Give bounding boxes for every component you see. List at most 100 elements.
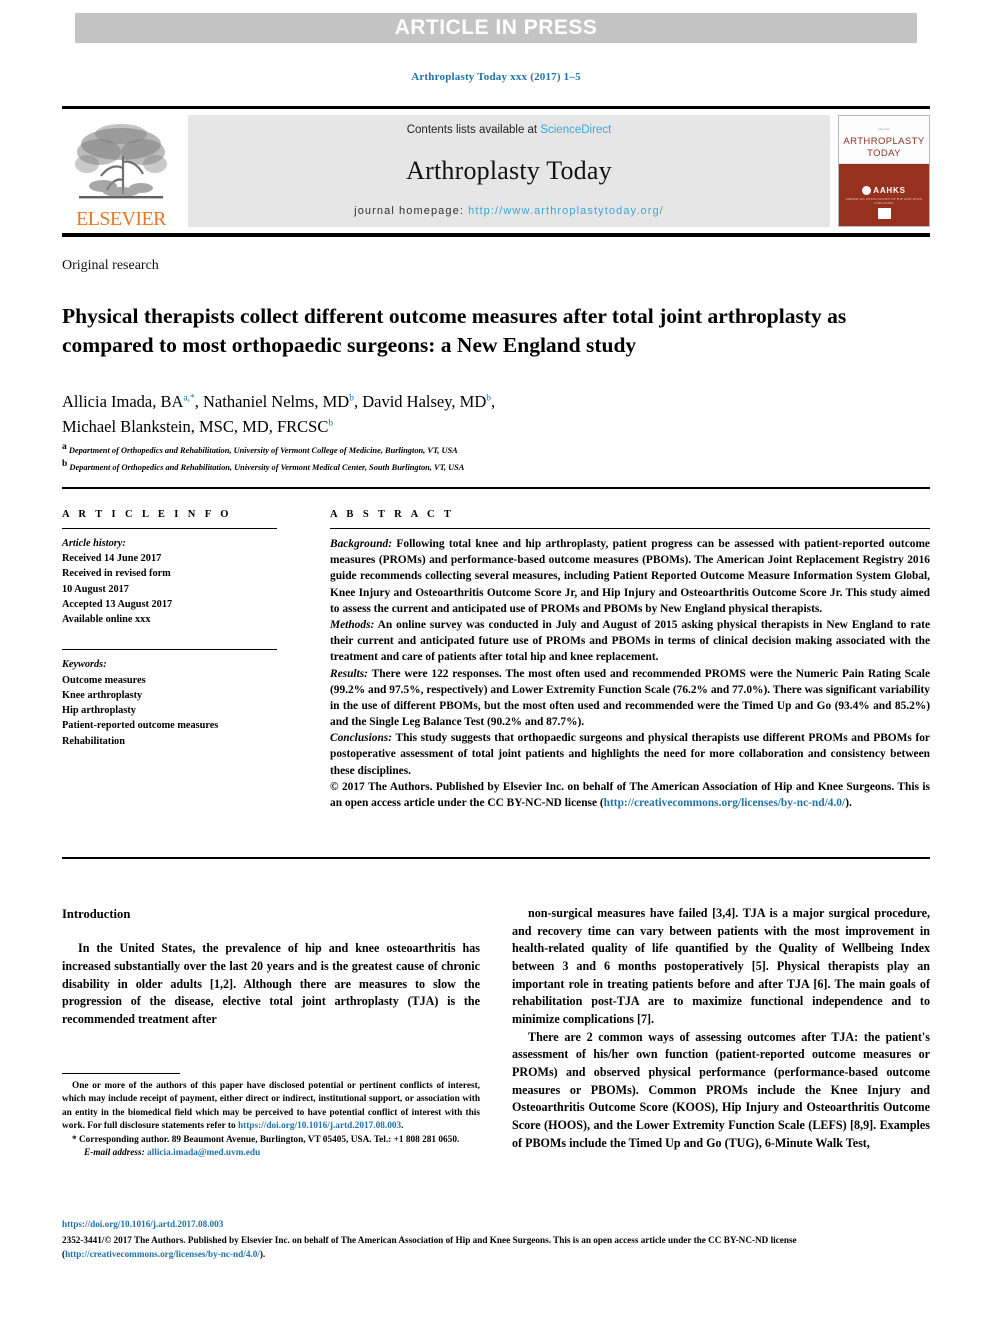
- abstract-copyright: © 2017 The Authors. Published by Elsevie…: [330, 779, 930, 811]
- author-blankstein-affil-marker: b: [328, 418, 334, 429]
- affiliation-b: b Department of Orthopedics and Rehabili…: [62, 457, 892, 474]
- keyword-item: Knee arthroplasty: [62, 689, 143, 701]
- abstract-conclusions: Conclusions: This study suggests that or…: [330, 730, 930, 779]
- affiliation-b-marker: b: [62, 458, 68, 469]
- conflict-tail: .: [401, 1121, 404, 1132]
- article-doi-link[interactable]: https://doi.org/10.1016/j.artd.2017.08.0…: [62, 1218, 930, 1232]
- journal-homepage-line: journal homepage: http://www.arthroplast…: [354, 205, 664, 217]
- article-history-label: Article history:: [62, 538, 126, 549]
- history-item: 10 August 2017: [62, 583, 129, 595]
- introduction-heading: Introduction: [62, 907, 131, 921]
- footer-license-link[interactable]: http://creativecommons.org/licenses/by-n…: [65, 1249, 260, 1259]
- article-in-press-label: ARTICLE IN PRESS: [394, 16, 598, 39]
- publisher-footer: https://doi.org/10.1016/j.artd.2017.08.0…: [62, 1218, 930, 1261]
- journal-masthead: ELSEVIER Contents lists available at Sci…: [62, 106, 930, 237]
- affiliation-b-text: Department of Orthopedics and Rehabilita…: [69, 462, 465, 472]
- footnote-block: One or more of the authors of this paper…: [62, 1073, 480, 1160]
- page-title: Physical therapists collect different ou…: [62, 304, 847, 358]
- cover-elsevier-mark-icon: [877, 208, 891, 219]
- author-line-2: Michael Blankstein, MSC, MD, FRCSCb: [62, 415, 892, 440]
- cover-title-line1: ARTHROPLASTY: [843, 136, 925, 148]
- journal-title: Arthroplasty Today: [406, 155, 612, 185]
- cc-license-link[interactable]: http://creativecommons.org/licenses/by-n…: [604, 797, 846, 809]
- conflict-of-interest-note: One or more of the authors of this paper…: [62, 1080, 480, 1134]
- footnote-divider: [62, 1073, 180, 1074]
- conflict-doi-link[interactable]: https://doi.org/10.1016/j.artd.2017.08.0…: [238, 1121, 401, 1131]
- contents-available-line: Contents lists available at ScienceDirec…: [407, 124, 612, 136]
- divider-below-abstract: [62, 857, 930, 859]
- sciencedirect-link[interactable]: ScienceDirect: [540, 124, 611, 136]
- keyword-item: Patient-reported outcome measures: [62, 720, 219, 732]
- abstract-background: Background: Following total knee and hip…: [330, 536, 930, 617]
- cover-micro-text: xxx xxx: [878, 127, 890, 132]
- email-note: E-mail address: allicia.imada@med.uvm.ed…: [62, 1147, 480, 1160]
- aahks-subtitle: AMERICAN ASSOCIATION OF HIP AND KNEE SUR…: [845, 196, 923, 205]
- author-line-1: Allicia Imada, BAa,*, Nathaniel Nelms, M…: [62, 390, 892, 415]
- author-email-link[interactable]: allicia.imada@med.uvm.edu: [147, 1148, 260, 1158]
- abstract-methods-label: Methods:: [330, 618, 375, 631]
- article-type-label: Original research: [62, 258, 159, 273]
- keywords-block: Keywords: Outcome measures Knee arthropl…: [62, 657, 277, 748]
- running-head-citation: Arthroplasty Today xxx (2017) 1–5: [411, 71, 581, 83]
- body-column-left: Introduction In the United States, the p…: [62, 905, 480, 1029]
- article-history-block: Article history: Received 14 June 2017 R…: [62, 536, 277, 627]
- homepage-prefix: journal homepage:: [354, 205, 469, 217]
- keyword-item: Hip arthroplasty: [62, 705, 136, 717]
- article-info-rule: [62, 528, 277, 529]
- affiliations: a Department of Orthopedics and Rehabili…: [62, 440, 892, 474]
- body-column-right: non-surgical measures have failed [3,4].…: [512, 905, 930, 1152]
- abstract-results-label: Results:: [330, 667, 368, 680]
- keywords-rule: [62, 649, 277, 651]
- abstract-copyright-tail: ).: [845, 797, 852, 809]
- article-in-press-banner: ARTICLE IN PRESS: [75, 13, 917, 43]
- elsevier-logo: ELSEVIER: [62, 109, 180, 233]
- cover-title-line2: TODAY: [867, 148, 901, 160]
- email-label: E-mail address:: [84, 1147, 145, 1158]
- cover-title: ARTHROPLASTY TODAY: [843, 136, 924, 160]
- article-info-column: A R T I C L E I N F O Article history: R…: [62, 509, 277, 749]
- journal-homepage-link[interactable]: http://www.arthroplastytoday.org/: [468, 205, 664, 217]
- abstract-column: A B S T R A C T Background: Following to…: [330, 509, 930, 811]
- keywords-label: Keywords:: [62, 659, 107, 671]
- abstract-conclusions-label: Conclusions:: [330, 732, 393, 745]
- history-item: Received in revised form: [62, 568, 171, 580]
- journal-cover-thumbnail: xxx xxx ARTHROPLASTY TODAY AAHKS AMERICA…: [838, 115, 930, 227]
- author-sep-2: , David Halsey, MD: [353, 392, 487, 411]
- abstract-background-text: Following total knee and hip arthroplast…: [330, 538, 930, 615]
- article-info-heading: A R T I C L E I N F O: [62, 509, 232, 520]
- abstract-body: Background: Following total knee and hip…: [330, 536, 930, 811]
- abstract-background-label: Background:: [330, 538, 393, 550]
- author-list: Allicia Imada, BAa,*, Nathaniel Nelms, M…: [62, 390, 892, 440]
- abstract-results-text: There were 122 responses. The most often…: [330, 667, 930, 729]
- issn-copyright-tail: ).: [259, 1248, 266, 1259]
- intro-paragraph-left: In the United States, the prevalence of …: [62, 941, 480, 1026]
- elsevier-wordmark: ELSEVIER: [76, 208, 166, 230]
- corresponding-author-note: * Corresponding author. 89 Beaumont Aven…: [72, 1134, 460, 1145]
- abstract-rule: [330, 528, 930, 529]
- masthead-center-panel: Contents lists available at ScienceDirec…: [188, 115, 830, 227]
- author-line1-end: ,: [491, 392, 496, 411]
- aahks-logo: AAHKS: [862, 185, 906, 195]
- keyword-item: Rehabilitation: [62, 735, 125, 747]
- abstract-conclusions-text: This study suggests that orthopaedic sur…: [330, 732, 930, 777]
- keyword-item: Outcome measures: [62, 674, 146, 686]
- abstract-heading: A B S T R A C T: [330, 509, 455, 520]
- abstract-methods-text: An online survey was conducted in July a…: [330, 618, 930, 664]
- history-item: Available online xxx: [62, 614, 151, 626]
- aahks-label: AAHKS: [873, 185, 906, 195]
- contents-prefix: Contents lists available at: [406, 124, 541, 136]
- divider-above-abstract: [62, 487, 930, 489]
- affiliation-a-text: Department of Orthopedics and Rehabilita…: [68, 445, 458, 455]
- cover-top-section: xxx xxx ARTHROPLASTY TODAY: [839, 116, 929, 165]
- affiliation-a-marker: a: [62, 442, 67, 452]
- aahks-mark-icon: [862, 185, 872, 195]
- history-item: Received 14 June 2017: [62, 553, 162, 565]
- elsevier-tree-icon: [75, 124, 167, 199]
- intro-paragraph-right-1: non-surgical measures have failed [3,4].…: [512, 906, 930, 1026]
- history-item: Accepted 13 August 2017: [62, 598, 173, 610]
- abstract-results: Results: There were 122 responses. The m…: [330, 666, 930, 731]
- author-sep-1: , Nathaniel Nelms, MD: [194, 392, 350, 411]
- abstract-methods: Methods: An online survey was conducted …: [330, 617, 930, 666]
- author-blankstein: Michael Blankstein, MSC, MD, FRCSC: [62, 416, 329, 436]
